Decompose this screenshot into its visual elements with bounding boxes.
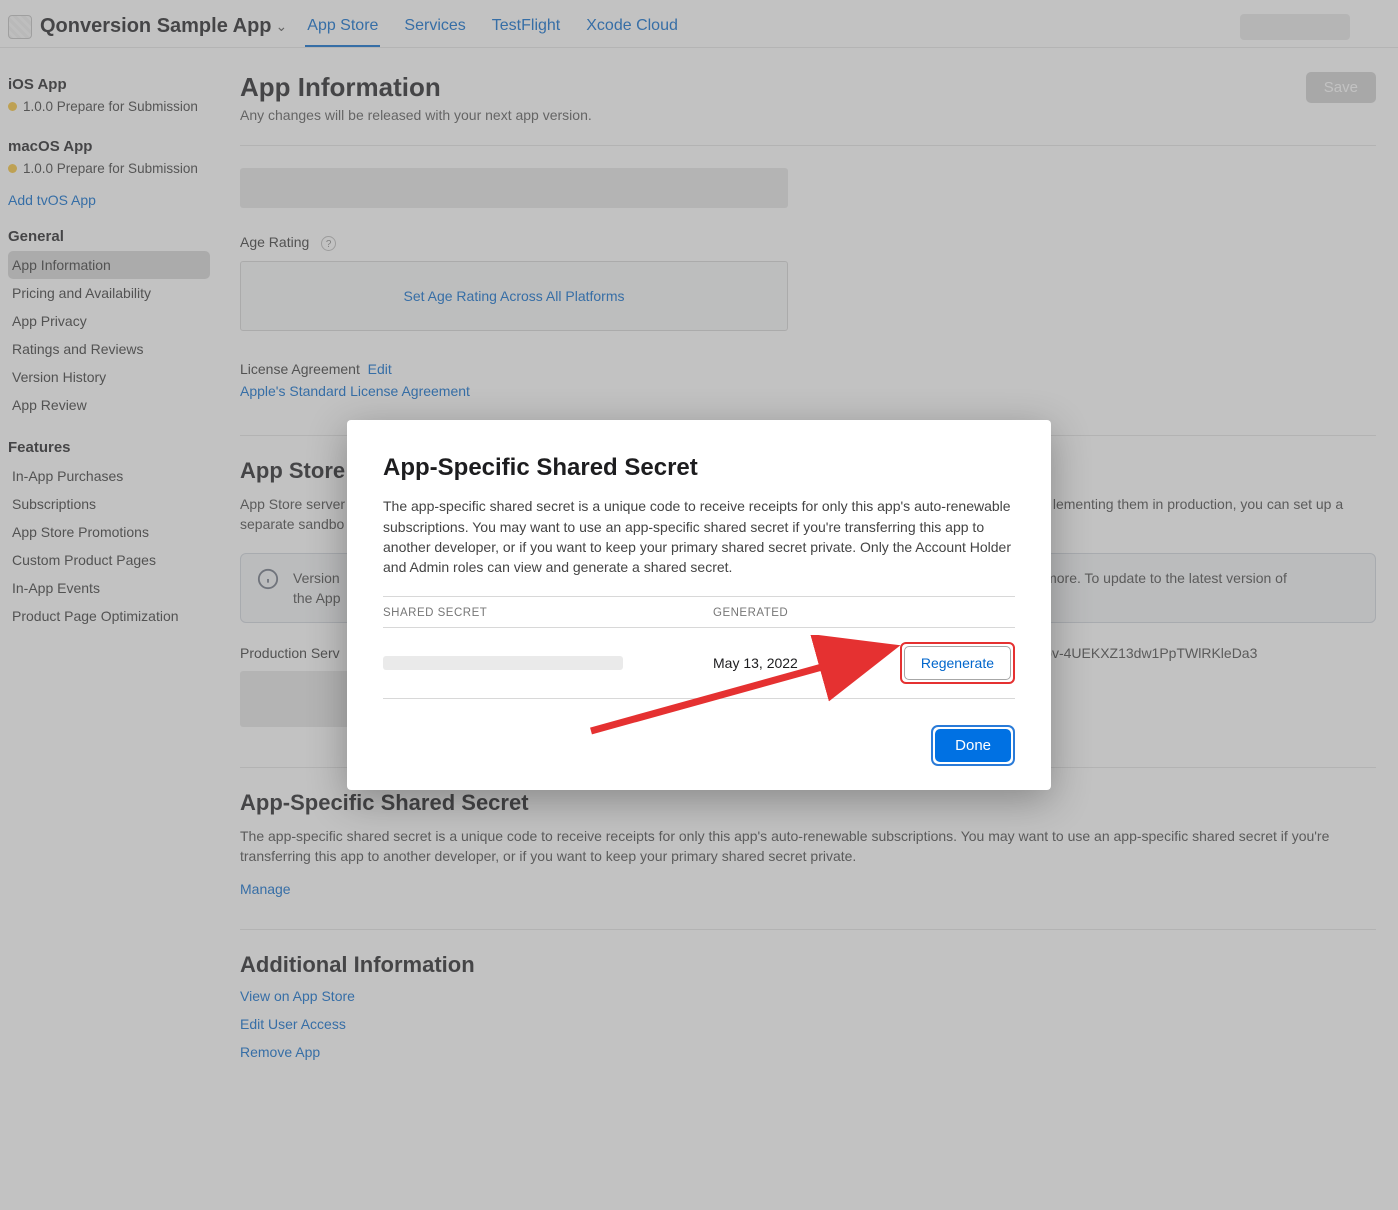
col-shared-secret: SHARED SECRET: [383, 607, 713, 619]
shared-secret-modal: App-Specific Shared Secret The app-speci…: [347, 420, 1051, 789]
done-highlight: Done: [931, 725, 1015, 766]
regenerate-button[interactable]: Regenerate: [904, 646, 1011, 680]
col-generated: GENERATED: [713, 607, 1015, 619]
modal-body: The app-specific shared secret is a uniq…: [383, 496, 1015, 577]
secret-value-skeleton: [383, 656, 623, 670]
modal-row: May 13, 2022 Regenerate: [383, 628, 1015, 699]
modal-table-header: SHARED SECRET GENERATED: [383, 607, 1015, 628]
regenerate-highlight: Regenerate: [900, 642, 1015, 684]
generated-date: May 13, 2022: [713, 655, 900, 671]
modal-title: App-Specific Shared Secret: [383, 454, 1015, 482]
done-button[interactable]: Done: [935, 729, 1011, 762]
modal-overlay: App-Specific Shared Secret The app-speci…: [0, 0, 1398, 1210]
